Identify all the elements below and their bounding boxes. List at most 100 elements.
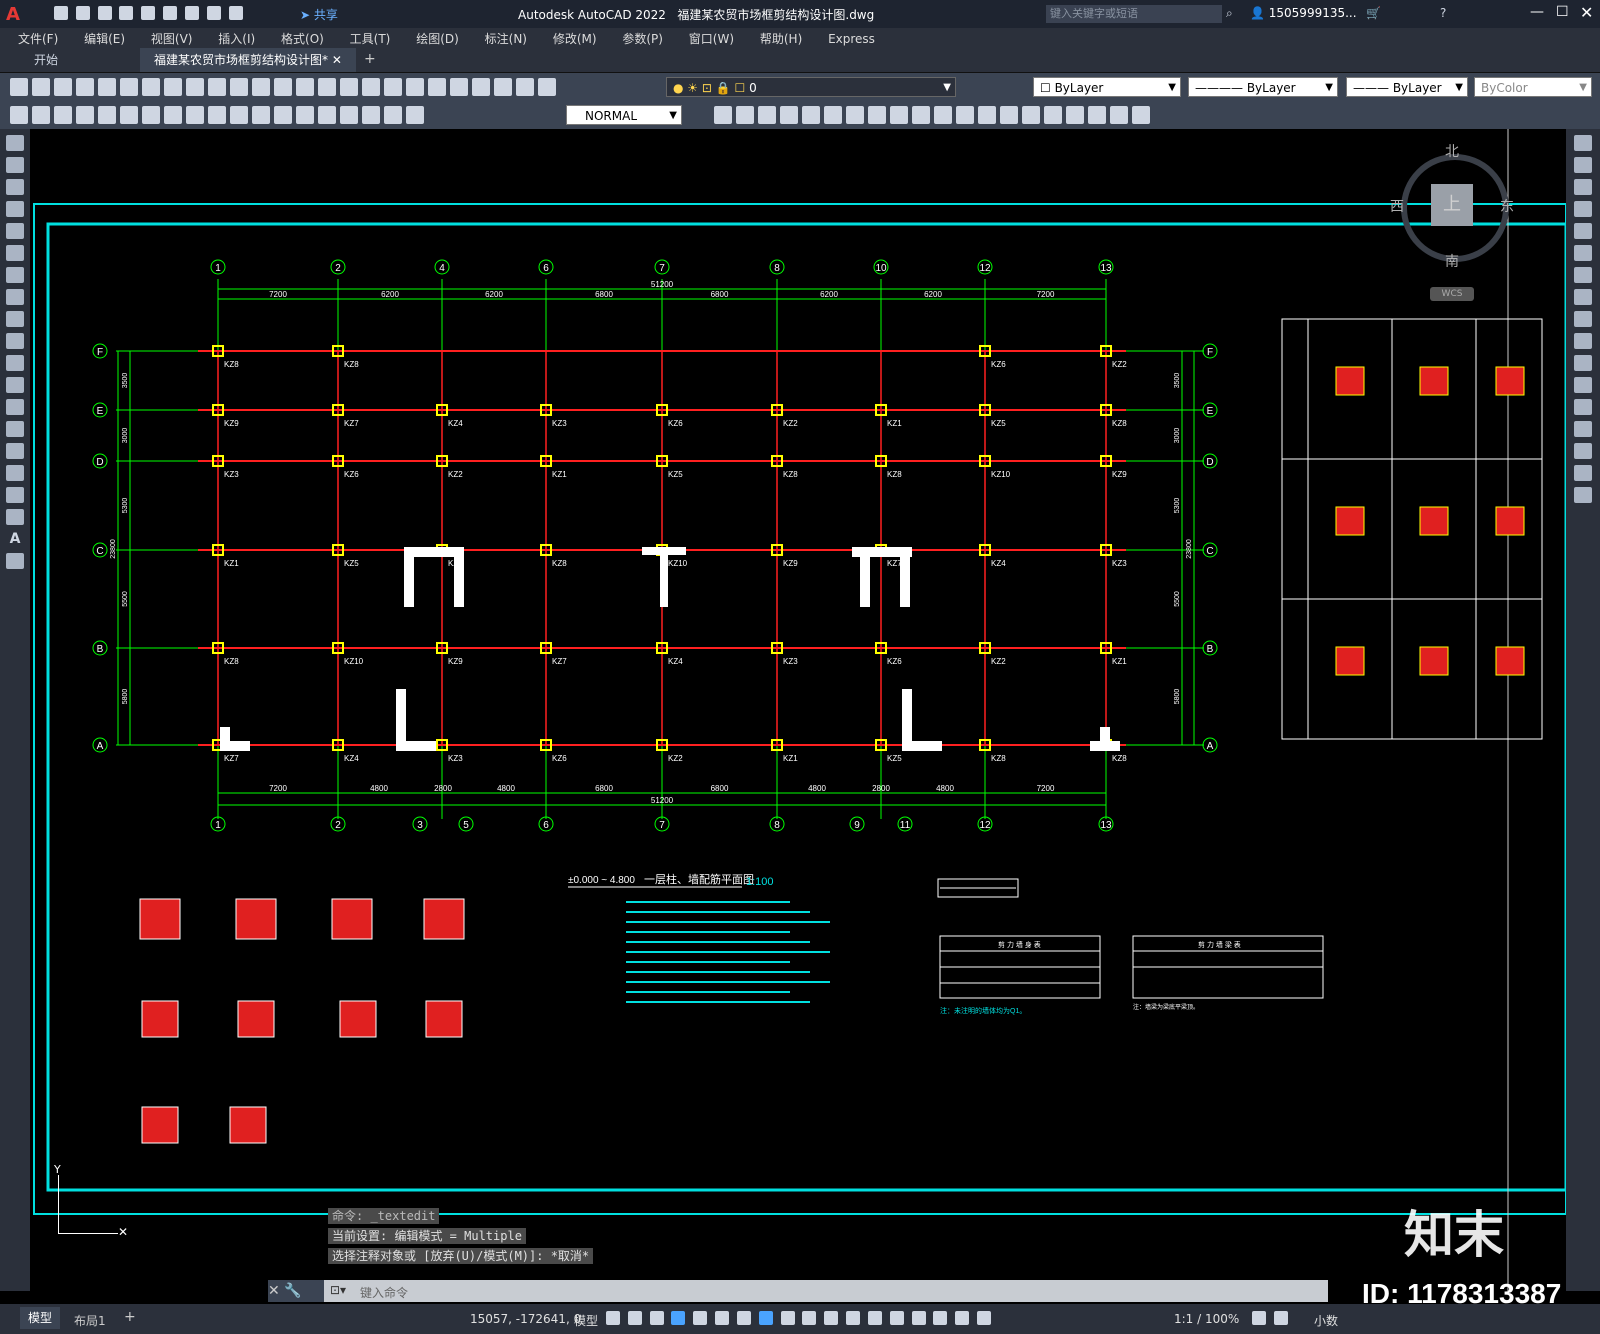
layer-delete-icon[interactable]	[934, 106, 952, 124]
viewcube-east[interactable]: 东	[1500, 196, 1514, 216]
share-button[interactable]: ➤ 共享	[300, 6, 338, 23]
export-icon[interactable]	[163, 5, 178, 20]
break-icon[interactable]	[274, 106, 292, 124]
copy-icon[interactable]	[186, 78, 204, 96]
menu-format[interactable]: 格式(O)	[281, 30, 324, 47]
region-icon[interactable]	[6, 487, 24, 503]
snap-icon[interactable]	[627, 1310, 642, 1325]
layer-uniso-icon[interactable]	[758, 106, 776, 124]
chamfer-icon[interactable]	[1574, 421, 1592, 437]
break-point-icon[interactable]	[1574, 377, 1592, 393]
units-dropdown[interactable]: 小数	[1314, 1312, 1338, 1329]
point-icon[interactable]	[6, 421, 24, 437]
lineweight-dropdown[interactable]: ——— ByLayer ▼	[1346, 77, 1468, 97]
ellipse-icon[interactable]	[6, 333, 24, 349]
trim-icon[interactable]	[1574, 333, 1592, 349]
dynamic-ucs-icon[interactable]	[867, 1310, 882, 1325]
publish-icon[interactable]	[120, 78, 138, 96]
xline-icon[interactable]	[6, 157, 24, 173]
zoom-icon[interactable]	[318, 78, 336, 96]
user-account[interactable]: 👤 1505999135...	[1250, 6, 1357, 20]
coordinates[interactable]: 15057, -172641, 0	[470, 1312, 581, 1326]
menu-modify[interactable]: 修改(M)	[553, 30, 597, 47]
viewcube-south[interactable]: 南	[1445, 251, 1459, 271]
space-icon[interactable]	[252, 106, 270, 124]
spline-icon[interactable]	[6, 311, 24, 327]
add-icon[interactable]	[1273, 1310, 1288, 1325]
properties-icon[interactable]	[384, 78, 402, 96]
polar-icon[interactable]	[693, 1310, 708, 1325]
revcloud-icon[interactable]	[6, 289, 24, 305]
fillet-icon[interactable]	[1574, 443, 1592, 459]
layer-freeze-icon[interactable]	[802, 106, 820, 124]
drawing-canvas[interactable]: 1 2 4 6 7 8 10 12 13 1 2 3 5 6 7 8 9 11 12 13 F F E E D D C C B B A A 51…	[30, 129, 1568, 1291]
viewcube-top-face[interactable]: 上	[1431, 184, 1473, 226]
redo-icon[interactable]	[228, 5, 243, 20]
rotate-icon[interactable]	[1574, 267, 1592, 283]
cut-icon[interactable]	[164, 78, 182, 96]
close-cmdline-icon[interactable]: ✕	[268, 1283, 284, 1299]
model-space-toggle[interactable]: 模型	[574, 1312, 598, 1329]
blend-icon[interactable]	[1574, 465, 1592, 481]
lineweight-icon[interactable]	[780, 1310, 795, 1325]
diameter-icon[interactable]	[142, 106, 160, 124]
layer-on-icon[interactable]	[956, 106, 974, 124]
rectangle-icon[interactable]	[6, 223, 24, 239]
menu-help[interactable]: 帮助(H)	[760, 30, 802, 47]
toolpalette-icon[interactable]	[428, 78, 446, 96]
layer-iso-icon[interactable]	[736, 106, 754, 124]
paste-icon[interactable]	[208, 78, 226, 96]
print-icon[interactable]	[184, 5, 199, 20]
layer-walk-icon[interactable]	[890, 106, 908, 124]
layer-off-icon[interactable]	[780, 106, 798, 124]
search-input[interactable]: 键入关键字或短语	[1046, 5, 1222, 23]
help-icon[interactable]	[516, 78, 534, 96]
refedit-icon[interactable]	[1110, 106, 1128, 124]
mtext-icon[interactable]: A	[0, 531, 30, 547]
isodraft-icon[interactable]	[715, 1310, 730, 1325]
linetype-dropdown[interactable]: ———— ByLayer ▼	[1188, 77, 1338, 97]
insert-icon[interactable]	[1066, 106, 1084, 124]
3d-icon[interactable]	[142, 78, 160, 96]
save-icon[interactable]	[97, 5, 112, 20]
radius-icon[interactable]	[98, 106, 116, 124]
dimstyle-dropdown[interactable]: NORMAL ▼	[566, 105, 682, 125]
layer-lock-icon[interactable]	[824, 106, 842, 124]
dim-edit-icon[interactable]	[362, 106, 380, 124]
search-icon[interactable]: ⌕	[1226, 6, 1233, 21]
ortho-icon[interactable]	[671, 1310, 686, 1325]
matchprop-icon[interactable]	[230, 78, 248, 96]
zoom-window-icon[interactable]	[340, 78, 358, 96]
layer-change-icon[interactable]	[868, 106, 886, 124]
dim-update-icon[interactable]	[406, 106, 424, 124]
calculator-icon[interactable]	[494, 78, 512, 96]
erase-icon[interactable]	[1574, 135, 1592, 151]
sheetset-icon[interactable]	[450, 78, 468, 96]
line-icon[interactable]	[6, 135, 24, 151]
quick-dim-icon[interactable]	[186, 106, 204, 124]
menu-dimension[interactable]: 标注(N)	[485, 30, 527, 47]
tab-model[interactable]: 模型	[20, 1307, 61, 1329]
menu-express[interactable]: Express	[828, 32, 875, 46]
angular-icon[interactable]	[164, 106, 182, 124]
new-tab-button[interactable]: +	[364, 51, 376, 67]
layer-merge-icon[interactable]	[912, 106, 930, 124]
3dosnap-icon[interactable]	[846, 1310, 861, 1325]
viewcube-north[interactable]: 北	[1445, 141, 1459, 161]
mirror-icon[interactable]	[1574, 179, 1592, 195]
add-selected-icon[interactable]	[6, 553, 24, 569]
open-icon[interactable]	[32, 78, 50, 96]
tab-layout1[interactable]: 布局1	[74, 1312, 106, 1329]
arc-icon[interactable]	[6, 245, 24, 261]
menu-file[interactable]: 文件(F)	[18, 30, 58, 47]
undo-icon[interactable]	[206, 5, 221, 20]
saveas-icon[interactable]	[119, 5, 134, 20]
baseline-icon[interactable]	[208, 106, 226, 124]
maximize-button[interactable]: ☐	[1556, 4, 1569, 20]
menu-insert[interactable]: 插入(I)	[218, 30, 255, 47]
minimize-button[interactable]: —	[1530, 4, 1544, 20]
zoom-prev-icon[interactable]	[362, 78, 380, 96]
annotation-scale[interactable]: 1:1 / 100%	[1174, 1312, 1239, 1326]
command-input[interactable]: ⊡▾ 键入命令	[324, 1280, 1328, 1302]
tab-start[interactable]: 开始	[20, 48, 72, 72]
